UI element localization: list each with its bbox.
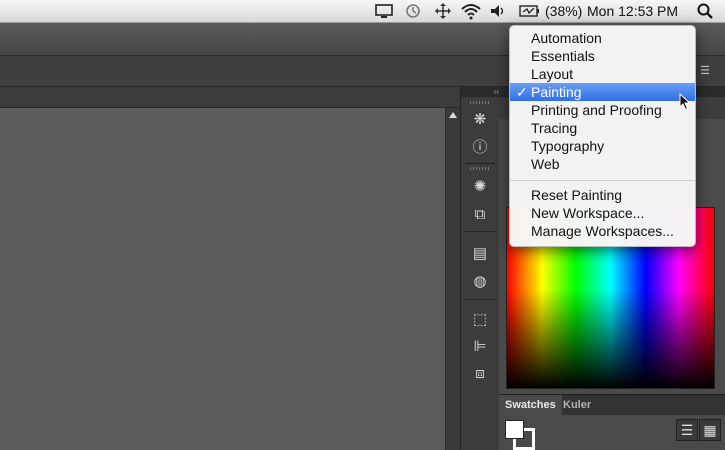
fill-swatch[interactable] <box>505 420 524 439</box>
gradient-icon[interactable]: ▤ <box>471 245 489 263</box>
menu-item-new-workspace[interactable]: New Workspace... <box>510 204 695 222</box>
menu-divider <box>510 180 695 181</box>
collapse-panel-icon[interactable]: ‹‹ <box>461 87 499 97</box>
display-icon[interactable] <box>375 0 393 22</box>
menu-item-printing-and-proofing[interactable]: Printing and Proofing <box>510 101 695 119</box>
menu-item-web[interactable]: Web <box>510 155 695 173</box>
menu-item-manage-workspaces[interactable]: Manage Workspaces... <box>510 222 695 240</box>
tab-kuler[interactable]: Kuler <box>557 395 597 415</box>
grip-handle[interactable] <box>470 101 490 104</box>
menu-item-tracing[interactable]: Tracing <box>510 119 695 137</box>
vertical-scrollbar[interactable] <box>445 108 460 450</box>
menu-item-automation[interactable]: Automation <box>510 29 695 47</box>
artboard-canvas[interactable] <box>0 108 445 450</box>
list-view-icon[interactable]: ☰ <box>676 419 698 441</box>
transform-icon[interactable]: ⧉ <box>471 206 489 224</box>
panel-menu-icon[interactable]: ☰ <box>700 64 710 77</box>
panel-tab-row: Swatches Kuler <box>499 394 725 415</box>
mouse-pointer-icon <box>679 92 691 111</box>
menu-item-label: Painting <box>531 84 582 100</box>
menu-item-reset-painting[interactable]: Reset Painting <box>510 186 695 204</box>
menu-item-essentials[interactable]: Essentials <box>510 47 695 65</box>
pathfinder-icon[interactable]: ⧈ <box>471 365 489 383</box>
scroll-up-arrow-icon[interactable] <box>449 112 457 118</box>
menu-item-layout[interactable]: Layout <box>510 65 695 83</box>
workspace-menu: Automation Essentials Layout ✓ Painting … <box>509 25 696 247</box>
macos-menubar: (38%) Mon 12:53 PM <box>0 0 725 23</box>
brush-icon[interactable]: ✺ <box>471 178 489 196</box>
document-tab-bar <box>0 87 460 108</box>
fill-stroke-swatch[interactable] <box>505 420 535 450</box>
wifi-icon[interactable] <box>460 0 482 22</box>
tab-swatches[interactable]: Swatches <box>499 395 562 415</box>
transparency-icon[interactable]: ◍ <box>471 273 489 291</box>
grip-handle[interactable] <box>470 167 490 170</box>
menu-item-painting[interactable]: ✓ Painting <box>510 83 695 101</box>
info-icon[interactable]: ⓘ <box>471 139 489 157</box>
checkmark-icon: ✓ <box>516 84 528 100</box>
align-icon[interactable]: ⊫ <box>471 338 489 356</box>
panel-icon-strip: ‹‹ ❋ ⓘ ✺ ⧉ ▤ ◍ ⬚ ⊫ ⧈ <box>460 87 500 450</box>
artboard-icon[interactable]: ⬚ <box>471 311 489 329</box>
battery-percent: (38%) <box>545 3 583 19</box>
symbol-sprayer-icon[interactable]: ❋ <box>471 111 489 129</box>
volume-icon[interactable] <box>489 0 507 22</box>
grid-view-icon[interactable]: ▦ <box>699 419 721 441</box>
time-machine-icon[interactable] <box>404 0 422 22</box>
spotlight-search-icon[interactable] <box>697 0 713 22</box>
move-arrows-icon[interactable] <box>435 0 451 22</box>
menu-item-typography[interactable]: Typography <box>510 137 695 155</box>
menubar-clock[interactable]: Mon 12:53 PM <box>587 0 678 22</box>
battery-icon[interactable] <box>519 0 541 22</box>
